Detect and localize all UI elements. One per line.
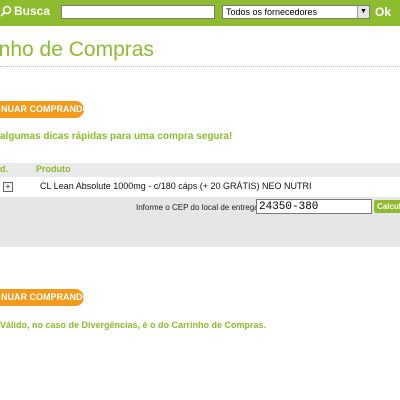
title-divider xyxy=(0,66,400,67)
search-label: Busca xyxy=(0,4,50,18)
search-label-text: Busca xyxy=(14,4,51,18)
supplier-select[interactable]: Todos os fornecedores ▼ xyxy=(222,5,370,19)
safe-shopping-tips-link[interactable]: algumas dicas rápidas para uma compra se… xyxy=(0,131,232,142)
continue-shopping-button-top[interactable]: NUAR COMPRANDO xyxy=(0,101,84,118)
product-name[interactable]: CL Lean Absolute 1000mg - c/180 cáps (+ … xyxy=(40,181,312,191)
plus-icon[interactable]: + xyxy=(3,182,13,192)
supplier-select-value: Todos os fornecedores xyxy=(226,7,318,17)
cep-label: Informe o CEP do local de entrega: xyxy=(136,203,261,212)
chevron-down-icon[interactable]: ▼ xyxy=(357,6,369,18)
shipping-cep-row: Informe o CEP do local de entrega: Calcu… xyxy=(0,197,400,247)
continue-shopping-button-bottom[interactable]: NUAR COMPRANDO xyxy=(0,289,84,306)
cep-input[interactable] xyxy=(256,199,372,214)
calculate-shipping-button[interactable]: Calcul xyxy=(374,200,400,213)
top-search-bar: Busca Todos os fornecedores ▼ Ok xyxy=(0,0,400,26)
search-icon xyxy=(0,5,12,17)
column-quantity: d. xyxy=(0,164,8,174)
footer-note: Válido, no caso de Divergências, é o do … xyxy=(0,320,267,330)
search-input[interactable] xyxy=(61,5,215,19)
ok-button[interactable]: Ok xyxy=(375,5,391,19)
column-product: Produto xyxy=(36,164,71,174)
page-title: inho de Compras xyxy=(0,38,154,61)
cart-table-header: d. Produto xyxy=(0,163,400,177)
table-row: + CL Lean Absolute 1000mg - c/180 cáps (… xyxy=(0,178,400,195)
